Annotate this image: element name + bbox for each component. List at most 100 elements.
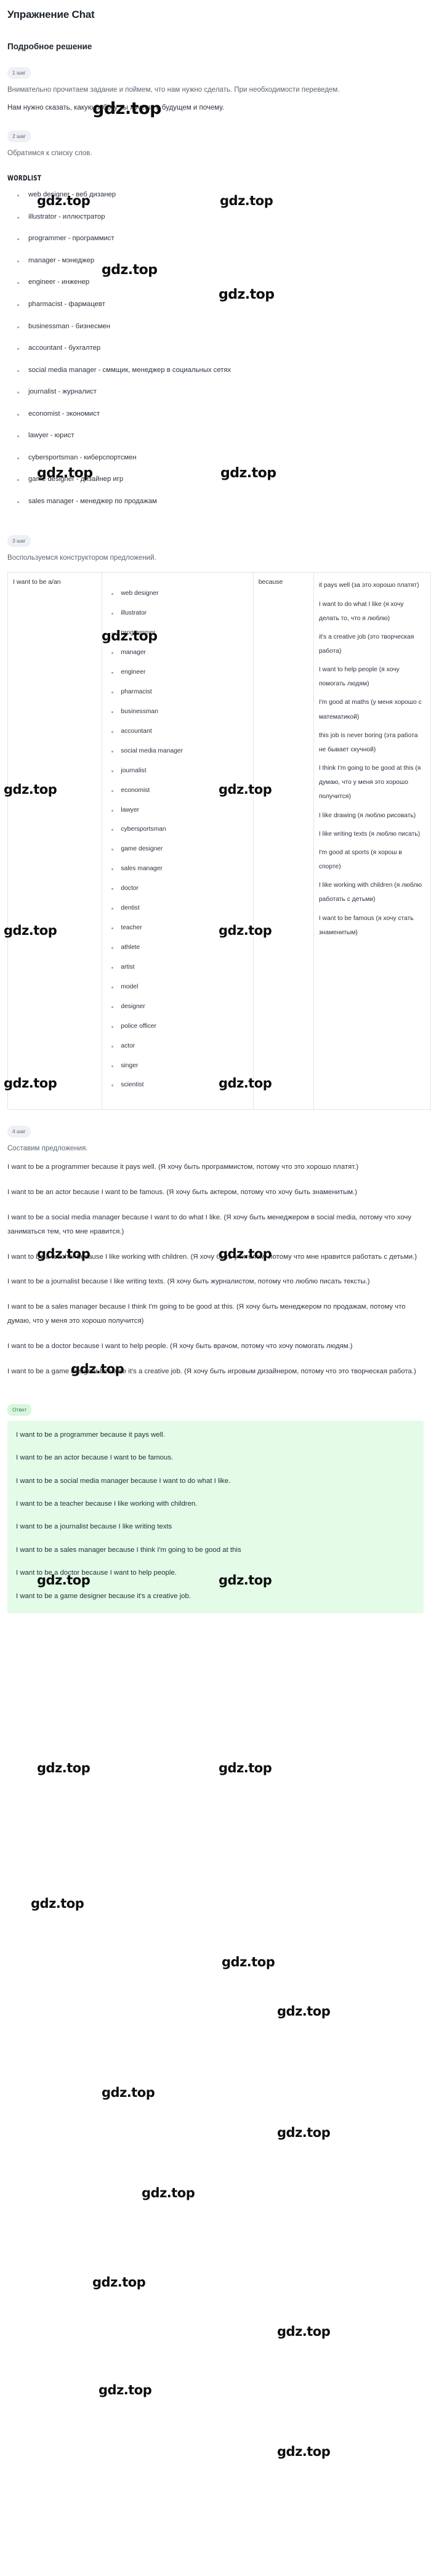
list-item: social media manager - сммщик, менеджер …	[12, 366, 427, 375]
list-item: pharmacist	[107, 688, 248, 697]
watermark-text: gdz.top	[277, 2324, 331, 2339]
watermark-text: gdz.top	[102, 2085, 155, 2100]
answer-line: I want to be an actor because I want to …	[16, 1454, 174, 1462]
sentence-constructor-table: I want to be a/an web designer illustrat…	[7, 572, 431, 1110]
list-item: teacher	[107, 924, 248, 933]
list-item: accountant - бухгалтер	[12, 344, 427, 353]
list-item: journalist - журналист	[12, 388, 427, 397]
sentence-item: I want to be a journalist because I like…	[7, 1278, 370, 1286]
constructor-cell-jobs: web designer illustrator programmer mana…	[102, 572, 254, 1110]
list-item: designer	[107, 1003, 248, 1012]
list-item: web designer - веб дизанер	[12, 191, 427, 200]
step-2-text: Обратимся к списку слов.	[7, 149, 92, 157]
sentence-item: I want to be a game designer because it'…	[7, 1367, 416, 1375]
list-item: I like writing texts (я люблю писать)	[318, 830, 421, 838]
watermark-text: gdz.top	[99, 2383, 152, 2397]
list-item: engineer	[107, 668, 248, 677]
section-title: Подробное решение	[7, 42, 92, 51]
list-item: engineer - инженер	[12, 278, 427, 287]
answer-line: I want to be a teacher because I like wo…	[16, 1500, 198, 1508]
list-item: businessman	[107, 708, 248, 717]
list-item: cybersportsman	[107, 825, 248, 834]
answer-line: I want to be a sales manager because I t…	[16, 1546, 241, 1554]
list-item: social media manager	[107, 747, 248, 756]
list-item: I'm good at sports (я хорош в спорте)	[318, 849, 402, 871]
list-item: I like working with children (я люблю ра…	[318, 882, 422, 903]
watermark-text: gdz.top	[142, 2186, 195, 2200]
page-title: Упражнение Chat	[7, 9, 95, 20]
list-item: I want to be famous (я хочу стать знамен…	[318, 915, 414, 936]
watermark-text: gdz.top	[92, 2275, 146, 2290]
list-item: artist	[107, 963, 248, 972]
reason-list: it pays well (за это хорошо платят) I wa…	[319, 578, 425, 939]
sentence-item: I want to be a programmer because it pay…	[7, 1163, 359, 1171]
sentence-item: I want to be a teacher because I like wo…	[7, 1253, 417, 1261]
list-item: illustrator	[107, 609, 248, 618]
list-item: I want to do what I like (я хочу делать …	[318, 600, 404, 622]
sentence-item: I want to be a social media manager beca…	[7, 1213, 412, 1235]
step-badge-1: 1 шаг	[7, 67, 31, 79]
constructor-cell-reasons: it pays well (за это хорошо платят) I wa…	[313, 572, 431, 1110]
list-item: economist - экономист	[12, 410, 427, 419]
wordlist: web designer - веб дизанер illustrator -…	[4, 191, 427, 506]
list-item: sales manager	[107, 865, 248, 874]
list-item: programmer - программист	[12, 235, 427, 243]
list-item: I think I'm going to be good at this (я …	[318, 765, 421, 801]
list-item: accountant	[107, 727, 248, 737]
watermark-text: gdz.top	[277, 2444, 331, 2459]
job-list: web designer illustrator programmer mana…	[107, 589, 248, 1090]
constructor-cell-intro: I want to be a/an	[7, 572, 103, 1110]
list-item: this job is never boring (эта работа не …	[318, 732, 418, 753]
list-item: model	[107, 983, 248, 992]
list-item: sales manager - менеджер по продажам	[12, 498, 427, 506]
list-item: dentist	[107, 904, 248, 913]
step-badge-4: 4 шаг	[7, 1126, 31, 1137]
solution-page: Упражнение Chat Подробное решение 1 шаг …	[0, 9, 431, 2459]
list-item: game designer	[107, 845, 248, 854]
watermark-text: gdz.top	[219, 1761, 272, 1775]
list-item: businessman - бизнесмен	[12, 323, 427, 331]
constructor-cell-because: because	[252, 572, 314, 1110]
list-item: actor	[107, 1042, 248, 1051]
step-3-text: Воспользуемся конструктором предложений.	[7, 554, 156, 562]
answer-line: I want to be a programmer because it pay…	[16, 1431, 165, 1439]
list-item: lawyer - юрист	[12, 432, 427, 440]
list-item: lawyer	[107, 806, 248, 815]
answer-block: I want to be a programmer because it pay…	[7, 1420, 424, 1614]
wordlist-heading: WORDLIST	[7, 174, 42, 183]
list-item: web designer	[107, 589, 248, 599]
constructor-because-label: because	[258, 578, 283, 586]
answer-line: I want to be a social media manager beca…	[16, 1477, 231, 1485]
list-item: cybersportsman - киберспортсмен	[12, 454, 427, 462]
task-statement: Нам нужно сказать, какую работу ты хочеш…	[7, 103, 225, 111]
list-item: scientist	[107, 1081, 248, 1090]
list-item: game designer - дизайнер игр	[12, 475, 427, 484]
sentence-item: I want to be a sales manager because I t…	[7, 1303, 406, 1325]
list-item: I want to help people (я хочу помогать л…	[318, 666, 400, 688]
step-badge-2: 2 шаг	[7, 131, 31, 142]
answer-line: I want to be a doctor because I want to …	[16, 1569, 177, 1577]
list-item: pharmacist - фармацевт	[12, 301, 427, 309]
watermark-text: gdz.top	[37, 1761, 91, 1775]
list-item: manager - мэнеджер	[12, 257, 427, 265]
list-item: police officer	[107, 1022, 248, 1032]
sentence-list: I want to be a programmer because it pay…	[4, 1160, 427, 1378]
list-item: it's a creative job (это творческая рабо…	[318, 633, 414, 655]
sentence-item: I want to be an actor because I want to …	[7, 1189, 358, 1197]
watermark-text: gdz.top	[277, 2125, 331, 2140]
step-4-text: Составим предложения.	[7, 1144, 88, 1152]
list-item: doctor	[107, 884, 248, 894]
watermark-text: gdz.top	[222, 1955, 275, 1969]
sentence-item: I want to be a doctor because I want to …	[7, 1342, 353, 1350]
list-item: programmer	[107, 629, 248, 638]
list-item: journalist	[107, 767, 248, 776]
list-item: I'm good at maths (у меня хорошо с матем…	[318, 699, 422, 721]
list-item: I like drawing (я люблю рисовать)	[318, 812, 416, 819]
watermark-text: gdz.top	[31, 1896, 84, 1911]
answer-line: I want to be a journalist because I like…	[16, 1523, 172, 1531]
list-item: it pays well (за это хорошо платят)	[318, 582, 419, 589]
list-item: illustrator - иллюстратор	[12, 213, 427, 222]
list-item: singer	[107, 1062, 248, 1071]
answer-badge: Ответ	[7, 1404, 32, 1416]
list-item: economist	[107, 786, 248, 796]
